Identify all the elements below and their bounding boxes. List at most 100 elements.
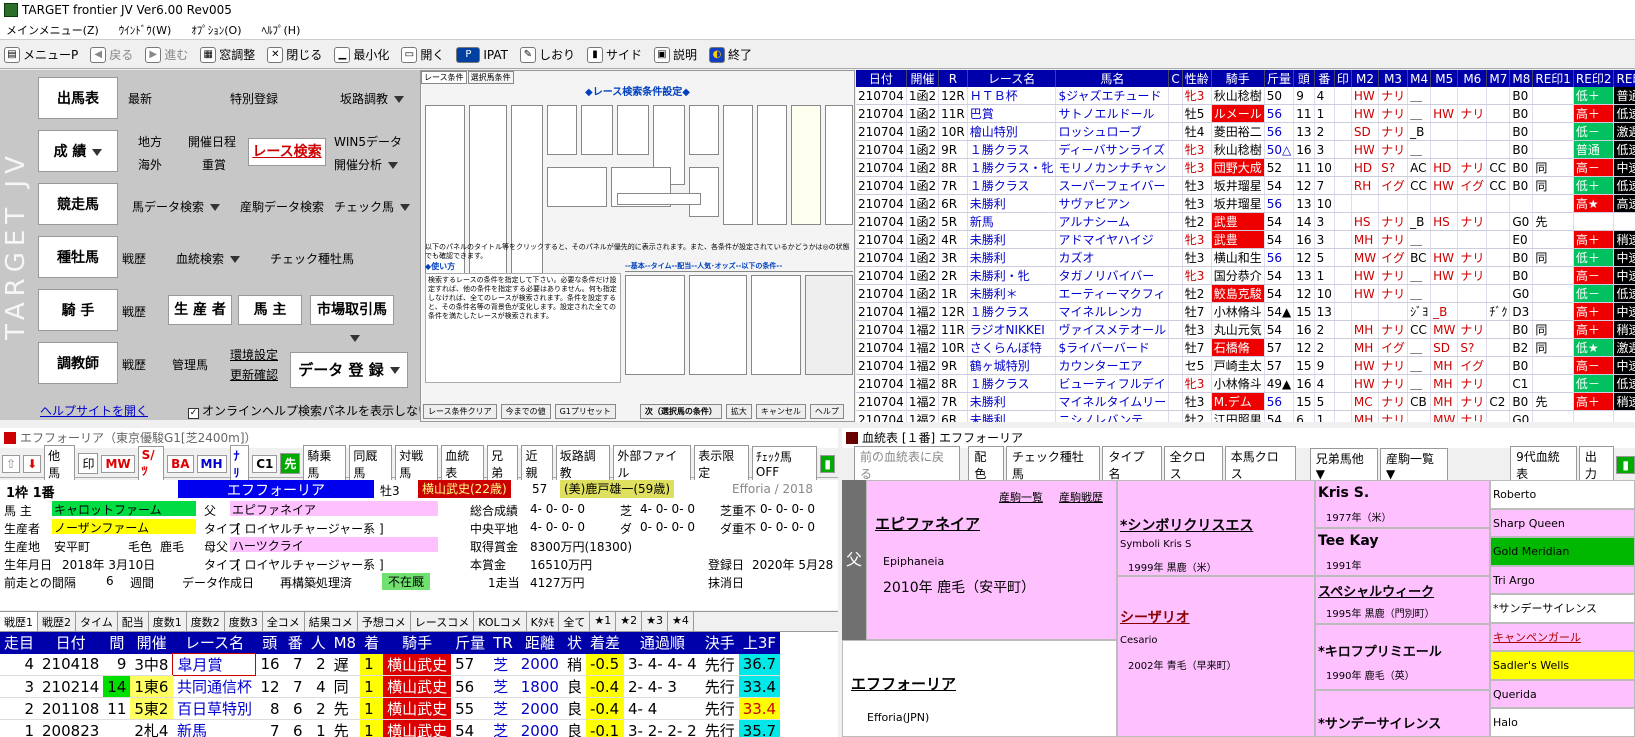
history-col-header[interactable]: 人 (306, 632, 330, 654)
check-horse-off-button[interactable]: ﾁｪｯｸ馬OFF (751, 446, 818, 481)
hanro-link[interactable]: 坂路調教 (340, 90, 405, 107)
history-col-header[interactable]: 着 (360, 632, 384, 654)
chart-icon[interactable]: ▮ (820, 454, 835, 473)
race-row[interactable]: 210704 1函2 8R １勝クラス・牝 モリノカンナチャン 牝3 団野大成 52 11 10 H… (856, 158, 1635, 178)
history-tab[interactable]: 度数3 (225, 612, 263, 631)
menu-help[interactable]: ﾍﾙﾌﾟ(H) (262, 24, 301, 37)
all-race-mark-list[interactable] (791, 105, 821, 225)
rnum-list[interactable] (757, 105, 787, 225)
ss-name[interactable]: *シンボリクリスエス (1120, 515, 1253, 535)
juusho-link[interactable]: 重賞 (202, 156, 226, 173)
race-name-list[interactable] (625, 275, 685, 375)
seiseki-button[interactable]: 成 績 (38, 130, 118, 172)
history-tab[interactable]: Kﾀﾒﾓ (527, 612, 560, 631)
history-col-header[interactable]: 開催 (130, 632, 173, 654)
menu-option[interactable]: ｵﾌﾟｼｮﾝ(O) (191, 24, 241, 37)
kyousouba-button[interactable]: 競走馬 (38, 183, 118, 225)
race-row[interactable]: 210704 1福2 10R さくらんぼ特 $ライバーバード 牡7 石橋脩 57 12 2 MH イグ… (856, 338, 1635, 358)
history-row[interactable]: 2 201108 11 5東2 百日草特別 8 6 2 先 1 横山武史 55 芝 2000 良 -0.4 4-… (0, 697, 781, 720)
race-row[interactable]: 210704 1福2 9R 鶴ヶ城特別 カウンターエア セ5 戸崎圭太 57 15 9 HW ナリ ＿ M… (856, 356, 1635, 376)
ssd-name[interactable]: Tee Kay (1318, 533, 1379, 549)
history-col-header[interactable]: 着差 (585, 632, 624, 654)
data-register-button[interactable]: データ 登 録 (290, 352, 408, 388)
race-col-header[interactable]: M2 (1351, 70, 1380, 87)
race-row[interactable]: 210704 1函2 2R 未勝利・牝 タガノリバイバー 牝3 国分恭介 54 13 1 HW ナリ ＿… (856, 266, 1635, 286)
open-button[interactable]: ▭ 開く (401, 46, 444, 63)
sss-name[interactable]: Kris S. (1318, 485, 1369, 501)
race-row[interactable]: 210704 1函2 3R 未勝利 カズオ 牡3 横山和生 56 12 5 MW イグ BC HW ナリ B0… (856, 248, 1635, 268)
history-tab[interactable]: レースコメ (411, 612, 475, 631)
output-button[interactable]: 出力 (1578, 446, 1615, 484)
ichiba-button[interactable]: 市場取引馬 (310, 295, 394, 342)
mw-button[interactable]: MW (101, 454, 135, 473)
offspring-record-link[interactable]: 産駒戦歴 (1059, 489, 1103, 505)
kaisai-link[interactable]: 開催日程 (188, 133, 236, 150)
sire-value[interactable]: エピファネイア (230, 501, 438, 517)
time-list[interactable] (689, 275, 747, 375)
history-tab[interactable]: 全コメ (263, 612, 305, 631)
race-row[interactable]: 2107041函26R未勝利サヴァビアン牡3坂井瑠星561310高★高速61ダ1… (856, 194, 1635, 214)
race-row[interactable]: 210704 1函2 5R 新馬 アルナシーム 牡2 武豊 54 14 3 HS ナリ _B HS ナリ G0… (856, 212, 1635, 232)
mh-button[interactable]: MH (196, 454, 227, 473)
history-tab[interactable]: 結果コメ (305, 612, 358, 631)
cancel-button[interactable]: キャンセル (755, 404, 806, 419)
pedigree-gen4-cell[interactable]: *サンデーサイレンス (1490, 594, 1635, 623)
kaigai-link[interactable]: 海外 (138, 156, 162, 173)
race-row[interactable]: 210704 1函2 10R 檜山特別 ロッシュローブ 牡4 菱田裕二 56 13 2 SD ナリ _B… (856, 122, 1635, 142)
race-col-header[interactable]: M6 (1457, 70, 1488, 87)
up-arrow-icon[interactable]: ⇧ (2, 454, 21, 473)
race-col-header[interactable]: 頭 (1293, 70, 1315, 87)
pedigree-gen4-cell[interactable]: Gold Meridian (1490, 537, 1635, 566)
history-col-header[interactable]: 通過順 (623, 632, 701, 654)
siblings-dropdown[interactable]: 兄弟馬他▼ (1309, 447, 1378, 483)
weight-list[interactable] (689, 105, 719, 155)
g1-preset-button[interactable]: G1プリセット (554, 404, 616, 419)
history-tab[interactable]: 戦歴2 (38, 612, 76, 631)
menu-main[interactable]: メインメニュー(Z) (6, 24, 99, 37)
ba-button[interactable]: BA (167, 454, 194, 473)
sdx-name[interactable]: *サンデーサイレンス (1318, 713, 1441, 732)
history-tab[interactable]: ★3 (642, 612, 668, 631)
kishu-button[interactable]: 騎 手 (38, 289, 118, 331)
history-col-header[interactable]: 上3F (738, 632, 781, 654)
menu-p-button[interactable]: ▤ メニューP (4, 46, 78, 63)
race-col-header[interactable]: 騎手 (1211, 70, 1265, 87)
history-row[interactable]: 3 210214 14 1東6 共同通信杯 12 7 4 同 1 横山武史 56 芝 1800 良 -0.4 2… (0, 675, 781, 698)
race-col-header[interactable]: M4 (1407, 70, 1432, 87)
same-stable-button[interactable]: 同厩馬 (349, 444, 393, 483)
history-tab[interactable]: 度数1 (149, 612, 187, 631)
pedigree-gen4-cell[interactable]: Tri Argo (1490, 565, 1635, 595)
dam-sire-value[interactable]: ハーツクライ (230, 537, 438, 553)
saishin-link[interactable]: 最新 (128, 90, 152, 107)
forward-button[interactable]: ▶ 進む (145, 46, 188, 63)
win5-link[interactable]: WIN5データ (334, 133, 402, 150)
history-tab[interactable]: 予想コメ (358, 612, 411, 631)
all-cross-button[interactable]: 全クロス (1163, 446, 1223, 484)
course-group-select[interactable] (617, 193, 701, 205)
ipat-button[interactable]: P IPAT (456, 46, 508, 63)
race-col-header[interactable]: 斤量 (1264, 70, 1295, 87)
history-tab[interactable]: ★4 (668, 612, 694, 631)
history-col-header[interactable]: 日付 (38, 632, 104, 654)
sanku-data-search-link[interactable]: 産駒データ検索 (240, 198, 324, 215)
horse-data-search-link[interactable]: 馬データ検索 (132, 198, 221, 215)
kaisai-analysis-link[interactable]: 開催分析 (334, 156, 399, 173)
payout-list[interactable] (751, 275, 801, 375)
inout-list[interactable] (617, 105, 649, 155)
race-row[interactable]: 210704 1福2 8R １勝クラス ビューティフルデイ 牝3 小林脩斗 49▲ 16 4 HW ナ… (856, 374, 1635, 394)
race-col-header[interactable]: C (1168, 70, 1183, 87)
race-search-button[interactable]: レース検索 (248, 138, 326, 166)
race-col-header[interactable]: 番 (1314, 70, 1335, 87)
window-arrange-button[interactable]: ▦ 窓調整 (200, 46, 255, 63)
pedigree-gen4-cell[interactable]: Halo (1490, 708, 1635, 737)
shutsuba-button[interactable]: 出馬表 (38, 77, 118, 119)
chiho-link[interactable]: 地方 (138, 133, 162, 150)
other-horse-button[interactable]: 他馬 (44, 444, 76, 483)
breeder-value[interactable]: ノーザンファーム (52, 519, 196, 535)
check-shubo-button[interactable]: チェック種牡馬 (1005, 446, 1101, 484)
history-row[interactable]: 1 200823 2札4 新馬 7 6 1 先 1 横山武史 54 芝 2000 良 -0.1 3- 2- 2… (0, 719, 781, 737)
history-col-header[interactable]: 決手 (700, 632, 739, 654)
bookmark-button[interactable]: ✎ しおり (519, 46, 575, 63)
sire-name[interactable]: エピファネイア (875, 513, 980, 534)
shubo-button[interactable]: 種牡馬 (38, 236, 118, 278)
